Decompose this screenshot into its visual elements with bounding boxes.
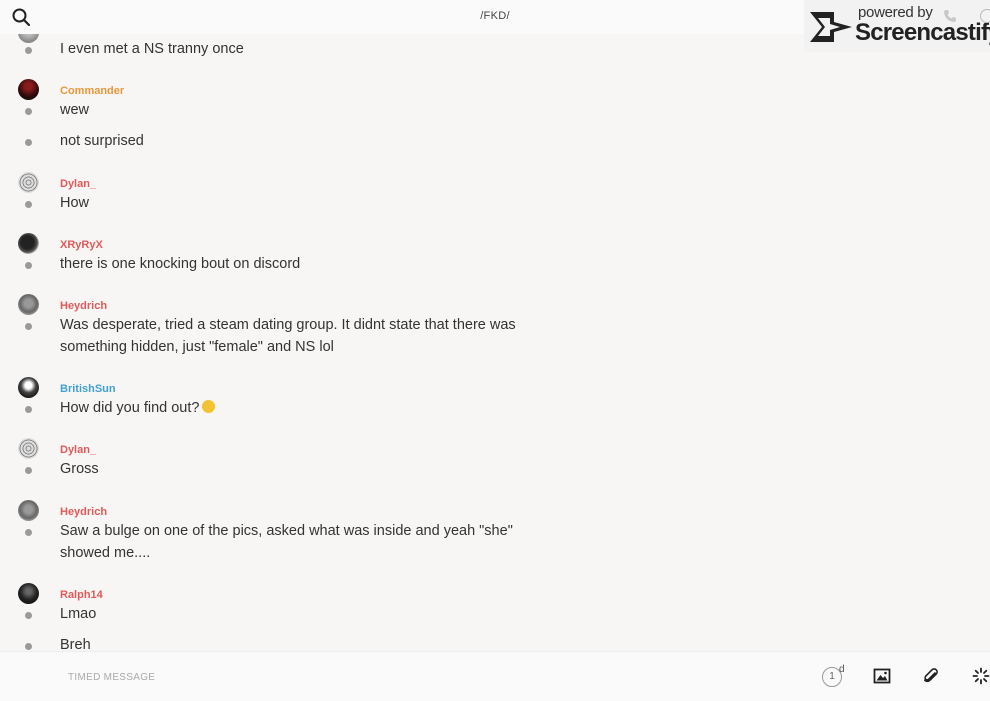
message-dot <box>25 612 32 619</box>
watermark-brand: Screencastify <box>855 19 990 46</box>
message-text: wew <box>60 102 90 118</box>
message-dot <box>25 529 32 536</box>
avatar[interactable] <box>18 500 39 521</box>
message-text: not surprised <box>60 133 144 149</box>
message-dot <box>25 139 32 146</box>
screencastify-watermark: powered by Screencastify <box>804 0 990 52</box>
message-text: Saw a bulge on one of the pics, asked wh… <box>60 523 513 561</box>
message-dot <box>25 262 32 269</box>
message-text: Was desperate, tried a steam dating grou… <box>60 317 516 355</box>
avatar <box>18 34 39 43</box>
message-composer: TIMED MESSAGE 1 d <box>0 651 990 701</box>
message-username[interactable]: Dylan_ <box>60 178 96 190</box>
message-text: there is one knocking bout on discord <box>60 256 301 272</box>
message-text: Lmao <box>60 606 97 622</box>
message-text: Breh <box>60 637 91 650</box>
message-dot <box>25 467 32 474</box>
chat-message-list[interactable]: I even met a NS tranny once Commander we… <box>0 34 990 650</box>
message-username[interactable]: Ralph14 <box>60 589 103 601</box>
message-username[interactable]: XRyRyX <box>60 239 103 251</box>
avatar[interactable] <box>18 172 39 193</box>
message-text: Gross <box>60 461 99 477</box>
message-username[interactable]: Dylan_ <box>60 444 96 456</box>
message-text-content: How did you find out? <box>60 400 200 416</box>
message-text: I even met a NS tranny once <box>60 41 244 57</box>
message-username[interactable]: Heydrich <box>60 300 107 312</box>
avatar[interactable] <box>18 294 39 315</box>
avatar[interactable] <box>18 583 39 604</box>
phone-icon[interactable] <box>943 9 957 23</box>
image-icon[interactable] <box>873 667 891 685</box>
slightly-smiling-emoji-icon <box>202 400 216 413</box>
message-dot <box>25 108 32 115</box>
avatar[interactable] <box>18 233 39 254</box>
timed-message-input[interactable]: TIMED MESSAGE <box>68 672 155 683</box>
avatar[interactable] <box>18 438 39 459</box>
message-dot <box>25 643 32 650</box>
loading-spinner-icon[interactable] <box>972 667 990 685</box>
info-icon[interactable] <box>980 9 990 23</box>
message-dot <box>25 323 32 330</box>
avatar[interactable] <box>18 377 39 398</box>
message-username[interactable]: BritishSun <box>60 383 116 395</box>
screencastify-logo-icon <box>810 12 852 42</box>
message-text: How <box>60 195 90 211</box>
attachment-icon[interactable] <box>922 667 940 685</box>
avatar[interactable] <box>18 79 39 100</box>
message-username[interactable]: Commander <box>60 85 124 97</box>
message-dot <box>25 406 32 413</box>
message-text: How did you find out? <box>60 398 530 420</box>
timer-unit: d <box>839 664 845 675</box>
message-dot <box>25 201 32 208</box>
message-dot <box>25 47 32 54</box>
message-username[interactable]: Heydrich <box>60 506 107 518</box>
